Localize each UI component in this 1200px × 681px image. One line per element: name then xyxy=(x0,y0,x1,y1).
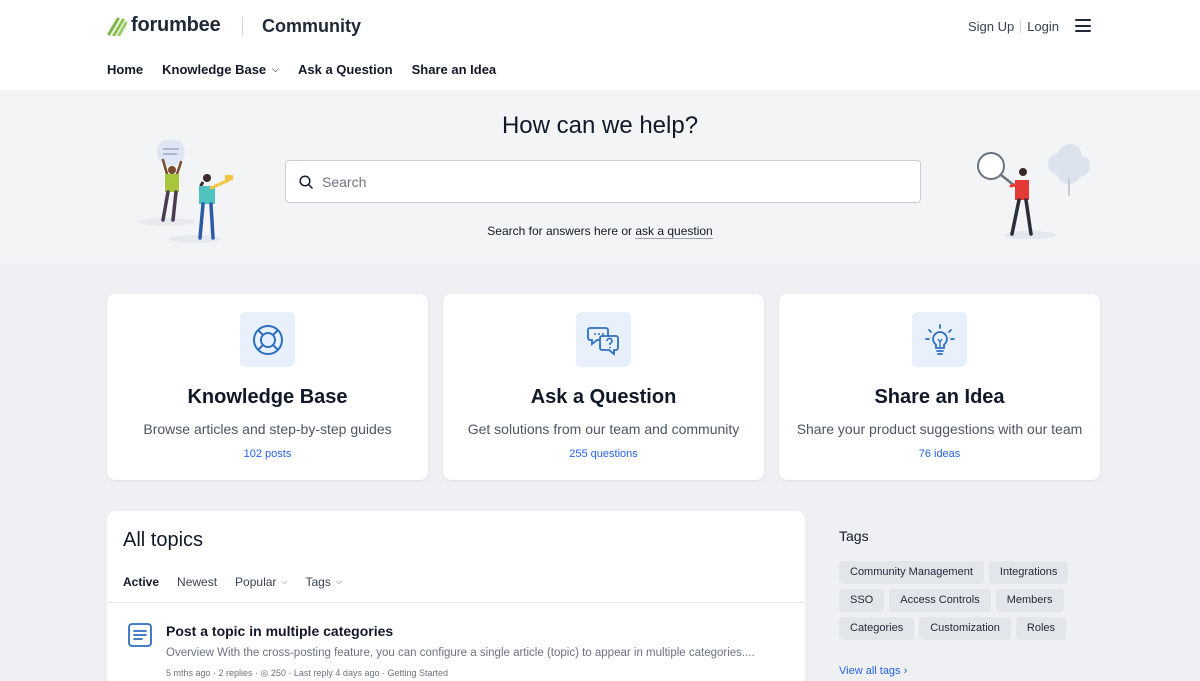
magnifier-person-illustration xyxy=(977,144,1090,239)
nav-ask-question[interactable]: Ask a Question xyxy=(298,62,393,77)
tab-newest[interactable]: Newest xyxy=(177,575,217,589)
site-header: forumbee Community Sign Up Login Home Kn… xyxy=(0,0,1200,90)
nav-knowledge-base[interactable]: Knowledge Base ⌵ xyxy=(162,62,279,77)
logo-divider xyxy=(242,17,243,36)
chevron-down-icon: ⌵ xyxy=(335,577,342,586)
card-icon-box xyxy=(912,312,967,367)
card-title: Knowledge Base xyxy=(187,386,348,408)
auth-links: Sign Up Login xyxy=(968,19,1059,34)
view-all-tags-link[interactable]: View all tags › xyxy=(839,665,907,677)
article-icon xyxy=(128,623,152,647)
tag-integrations[interactable]: Integrations xyxy=(988,561,1069,584)
auth-divider xyxy=(1020,20,1022,33)
search-box[interactable] xyxy=(285,160,921,203)
search-input[interactable] xyxy=(322,173,882,190)
ask-question-link[interactable]: ask a question xyxy=(635,224,713,239)
brand-logo[interactable]: forumbee xyxy=(107,14,221,37)
tag-community-management[interactable]: Community Management xyxy=(839,561,984,584)
card-count[interactable]: 102 posts xyxy=(107,448,428,460)
tab-label: Tags xyxy=(305,575,331,589)
lightbulb-icon xyxy=(924,323,955,355)
nav-share-idea[interactable]: Share an Idea xyxy=(412,62,497,77)
chevron-down-icon: ⌵ xyxy=(281,577,288,586)
card-knowledge-base[interactable]: Knowledge Base Browse articles and step-… xyxy=(107,294,428,480)
chat-question-icon xyxy=(586,326,619,356)
card-count[interactable]: 255 questions xyxy=(443,448,764,460)
topic-excerpt: Overview With the cross-posting feature,… xyxy=(166,647,755,659)
card-description: Get solutions from our team and communit… xyxy=(467,421,740,437)
topics-heading: All topics xyxy=(123,529,204,551)
tags-heading: Tags xyxy=(839,528,869,544)
tag-access-controls[interactable]: Access Controls xyxy=(889,589,991,612)
card-ask-question[interactable]: Ask a Question Get solutions from our te… xyxy=(443,294,764,480)
tab-active[interactable]: Active xyxy=(123,575,159,589)
hero-title: How can we help? xyxy=(501,112,699,139)
topic-title[interactable]: Post a topic in multiple categories xyxy=(166,623,393,639)
tag-row: Community Management Integrations xyxy=(839,561,1069,584)
search-icon xyxy=(299,174,313,189)
all-topics-panel: All topics Active Newest Popular ⌵ Tags ⌵ … xyxy=(107,511,805,681)
card-title: Ask a Question xyxy=(530,386,677,408)
tab-label: Active xyxy=(123,575,160,589)
tab-tags[interactable]: Tags ⌵ xyxy=(306,575,342,589)
nav-home[interactable]: Home xyxy=(107,62,143,77)
topic-tabs: Active Newest Popular ⌵ Tags ⌵ xyxy=(123,575,342,589)
card-share-idea[interactable]: Share an Idea Share your product suggest… xyxy=(779,294,1100,480)
tag-roles[interactable]: Roles xyxy=(1015,617,1067,640)
tag-sso[interactable]: SSO xyxy=(839,589,885,612)
tab-label: Popular xyxy=(235,575,277,589)
card-title: Share an Idea xyxy=(874,386,1005,408)
hero-section: How can we help? Search for answers here… xyxy=(0,90,1200,263)
card-icon-box xyxy=(240,312,295,367)
forumbee-logo-icon xyxy=(107,17,127,36)
lifebuoy-icon xyxy=(252,324,283,355)
signup-link[interactable]: Sign Up xyxy=(968,19,1014,34)
tag-row: Categories Customization Roles xyxy=(839,617,1067,640)
brand-name: forumbee xyxy=(131,14,221,36)
tab-popular[interactable]: Popular ⌵ xyxy=(235,575,287,589)
topic-meta: 5 mths ago · 2 replies · ◎ 250 · Last re… xyxy=(166,668,448,678)
card-count[interactable]: 76 ideas xyxy=(779,448,1100,460)
tab-label: Newest xyxy=(177,575,218,589)
tag-row: SSO Access Controls Members xyxy=(839,589,1064,612)
section-title[interactable]: Community xyxy=(262,16,361,37)
tag-members[interactable]: Members xyxy=(995,589,1064,612)
menu-icon[interactable] xyxy=(1075,19,1091,32)
topics-divider xyxy=(107,602,805,603)
hero-sub-text: Search for answers here or xyxy=(487,224,632,238)
tag-categories[interactable]: Categories xyxy=(839,617,915,640)
card-description: Share your product suggestions with our … xyxy=(796,421,1083,437)
main-nav: Home Knowledge Base ⌵ Ask a Question Sha… xyxy=(107,62,496,77)
card-description: Browse articles and step-by-step guides xyxy=(143,421,392,437)
tag-customization[interactable]: Customization xyxy=(919,617,1011,640)
card-icon-box xyxy=(576,312,631,367)
nav-knowledge-base-label: Knowledge Base xyxy=(162,62,267,77)
login-link[interactable]: Login xyxy=(1027,19,1059,34)
chevron-down-icon: ⌵ xyxy=(272,64,279,74)
